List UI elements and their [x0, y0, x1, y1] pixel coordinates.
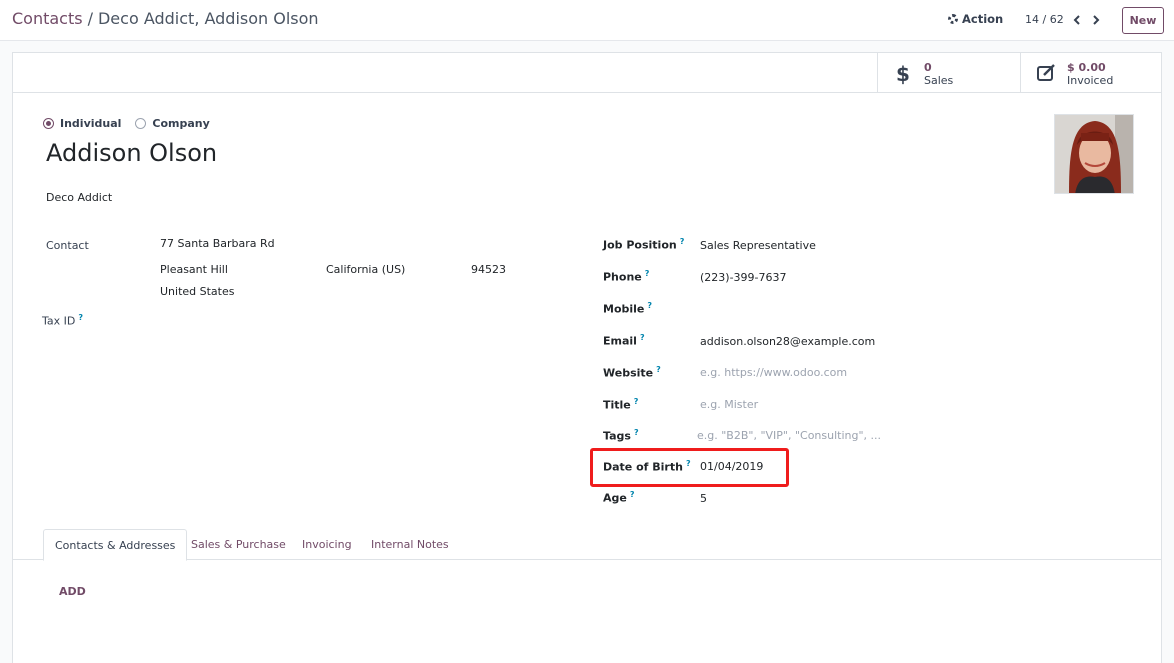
contact-address-label: Contact [46, 239, 89, 252]
invoiced-label: Invoiced [1067, 74, 1114, 87]
tags-field[interactable]: e.g. "B2B", "VIP", "Consulting", ... [697, 429, 881, 442]
phone-help-icon[interactable]: ? [645, 269, 650, 278]
website-label-text: Website [603, 366, 654, 380]
company-radio[interactable] [135, 118, 147, 129]
mobile-label-text: Mobile [603, 302, 645, 316]
street-field[interactable]: 77 Santa Barbara Rd [160, 237, 275, 250]
individual-radio-label[interactable]: Individual [60, 117, 121, 130]
invoiced-stat-button[interactable]: $ 0.00 Invoiced [1020, 53, 1161, 92]
notebook-tabs: Contacts & Addresses Sales & Purchase In… [13, 529, 1161, 561]
website-help-icon[interactable]: ? [656, 365, 661, 374]
new-button[interactable]: New [1122, 7, 1164, 34]
invoiced-amount: $ 0.00 [1067, 61, 1106, 74]
company-radio-label[interactable]: Company [152, 117, 209, 130]
control-panel: Contacts / Deco Addict, Addison Olson Acti… [0, 0, 1174, 41]
breadcrumb-contacts-link[interactable]: Contacts [12, 9, 83, 28]
website-field[interactable]: e.g. https://www.odoo.com [700, 366, 847, 379]
form-sheet: $ 0 Sales $ 0.00 Invoiced Individual Com… [12, 52, 1162, 663]
email-label: Email? [603, 333, 645, 348]
state-field[interactable]: California (US) [326, 263, 405, 276]
tags-label: Tags? [603, 428, 639, 443]
age-help-icon[interactable]: ? [630, 490, 635, 499]
city-field[interactable]: Pleasant Hill [160, 263, 228, 276]
invoice-edit-icon [1037, 63, 1057, 87]
gear-icon [948, 14, 958, 24]
action-label: Action [962, 12, 1004, 26]
contact-name-field[interactable]: Addison Olson [46, 139, 217, 167]
action-button[interactable]: Action [948, 12, 1003, 26]
job-position-label: Job Position? [603, 237, 684, 252]
mobile-field[interactable] [700, 303, 870, 317]
sales-label: Sales [924, 74, 954, 87]
sales-stat-button[interactable]: $ 0 Sales [877, 53, 1020, 92]
tags-help-icon[interactable]: ? [634, 428, 639, 437]
age-label-text: Age [603, 491, 627, 505]
sales-count: 0 [924, 61, 932, 74]
title-help-icon[interactable]: ? [634, 397, 639, 406]
job-position-field[interactable]: Sales Representative [700, 239, 816, 252]
zip-field[interactable]: 94523 [471, 263, 506, 276]
mobile-label: Mobile? [603, 301, 652, 316]
individual-radio[interactable] [43, 118, 54, 129]
tags-label-text: Tags [603, 429, 631, 443]
date-of-birth-highlight-box [590, 448, 789, 487]
email-field[interactable]: addison.olson28@example.com [700, 335, 875, 348]
tab-invoicing[interactable]: Invoicing [291, 529, 363, 560]
job-position-help-icon[interactable]: ? [680, 237, 685, 246]
title-label: Title? [603, 397, 638, 412]
country-field[interactable]: United States [160, 285, 235, 298]
tab-contacts-addresses[interactable]: Contacts & Addresses [43, 529, 188, 561]
website-label: Website? [603, 365, 661, 380]
job-position-label-text: Job Position [603, 238, 677, 252]
company-type-radio-group: Individual Company [43, 117, 218, 130]
title-label-text: Title [603, 398, 631, 412]
tax-id-label: Tax ID? [42, 313, 83, 328]
breadcrumb: Contacts / Deco Addict, Addison Olson [12, 9, 319, 28]
chevron-left-icon [1073, 15, 1080, 25]
pager-next-button[interactable] [1089, 13, 1103, 27]
tax-id-help-icon[interactable]: ? [78, 313, 83, 322]
dollar-icon: $ [896, 62, 910, 86]
phone-label-text: Phone [603, 270, 642, 284]
age-field: 5 [700, 492, 707, 505]
email-label-text: Email [603, 334, 637, 348]
pager-previous-button[interactable] [1070, 13, 1084, 27]
pager-value[interactable]: 14 / 62 [1025, 13, 1064, 26]
button-box: $ 0 Sales $ 0.00 Invoiced [13, 53, 1161, 93]
title-field[interactable]: e.g. Mister [700, 398, 758, 411]
company-name-field[interactable]: Deco Addict [46, 191, 112, 204]
phone-label: Phone? [603, 269, 649, 284]
mobile-help-icon[interactable]: ? [647, 301, 652, 310]
avatar[interactable] [1054, 114, 1134, 194]
avatar-photo [1055, 115, 1133, 193]
breadcrumb-separator: / [87, 9, 93, 28]
tab-sales-purchase[interactable]: Sales & Purchase [180, 529, 297, 560]
add-contact-button[interactable]: ADD [59, 585, 86, 598]
tab-internal-notes[interactable]: Internal Notes [360, 529, 460, 560]
email-help-icon[interactable]: ? [640, 333, 645, 342]
breadcrumb-current: Deco Addict, Addison Olson [97, 9, 319, 28]
chevron-right-icon [1093, 15, 1100, 25]
tax-id-label-text: Tax ID [42, 314, 76, 328]
age-label: Age? [603, 490, 635, 505]
phone-field[interactable]: (223)-399-7637 [700, 271, 787, 284]
